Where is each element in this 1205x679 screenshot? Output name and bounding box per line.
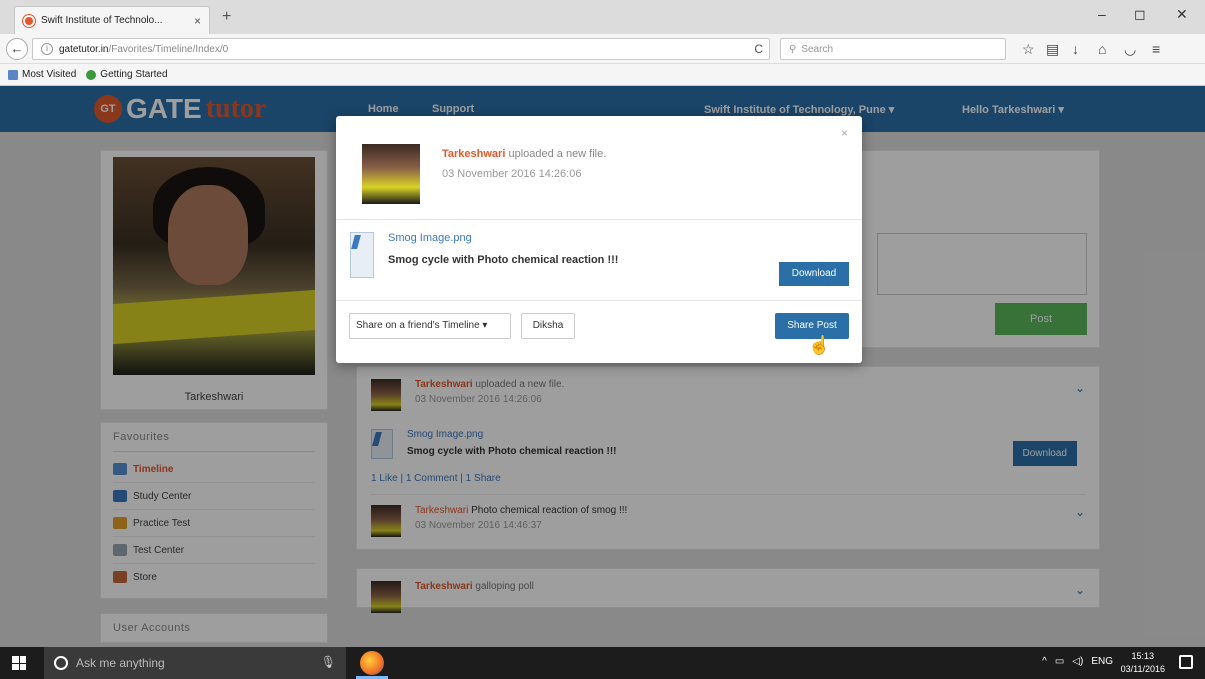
modal-post-date: 03 November 2016 14:26:06	[442, 168, 582, 180]
modal-download-button[interactable]: Download	[779, 262, 849, 286]
home-icon[interactable]: ⌂	[1098, 41, 1106, 57]
window-close-icon[interactable]: ✕	[1176, 6, 1188, 23]
avatar[interactable]	[362, 144, 420, 204]
reload-icon[interactable]: C	[754, 42, 763, 56]
search-placeholder: Search	[801, 43, 834, 55]
firefox-icon[interactable]	[360, 651, 384, 675]
network-icon[interactable]: ▭	[1055, 656, 1064, 667]
minimize-icon[interactable]: –	[1098, 6, 1106, 22]
cortana-placeholder: Ask me anything	[76, 656, 165, 670]
browser-search-input[interactable]: ⚲ Search	[780, 38, 1006, 60]
divider	[336, 300, 862, 301]
chevron-up-icon[interactable]: ^	[1042, 656, 1047, 667]
search-icon: ⚲	[789, 43, 797, 55]
clock-time: 15:13	[1131, 651, 1155, 661]
browser-tab[interactable]: Swift Institute of Technolo... ×	[14, 6, 210, 34]
new-tab-icon[interactable]: +	[222, 8, 231, 26]
image-file-icon	[350, 232, 374, 278]
tab-close-icon[interactable]: ×	[194, 14, 201, 28]
browser-navbar: ← i gatetutor.in/Favorites/Timeline/Inde…	[0, 34, 1205, 64]
info-icon[interactable]: i	[41, 43, 53, 55]
windows-taskbar: Ask me anything 🎙 ^ ▭ ◁) ENG 15:13 03/11…	[0, 647, 1205, 679]
notifications-icon[interactable]	[1179, 655, 1193, 669]
modal-post-header: Tarkeshwari uploaded a new file.	[442, 148, 607, 160]
download-icon[interactable]: ↓	[1072, 41, 1079, 57]
reading-list-icon[interactable]: ▤	[1046, 41, 1059, 58]
modal-file-description: Smog cycle with Photo chemical reaction …	[388, 254, 619, 266]
bookmark-star-icon[interactable]: ☆	[1022, 41, 1035, 58]
tab-title: Swift Institute of Technolo...	[41, 15, 163, 26]
microphone-icon[interactable]: 🎙	[321, 655, 336, 669]
url-path: /Favorites/Timeline/Index/0	[108, 43, 229, 55]
restore-icon[interactable]: ◻	[1134, 6, 1146, 23]
bookmarks-bar: Most Visited Getting Started	[0, 64, 1205, 86]
bookmark-getting-started[interactable]: Getting Started	[86, 69, 168, 80]
windows-start-icon[interactable]	[12, 656, 26, 670]
volume-icon[interactable]: ◁)	[1072, 656, 1083, 667]
back-arrow-icon[interactable]: ←	[6, 38, 28, 60]
modal-close-icon[interactable]: ×	[841, 126, 848, 140]
friend-name-field[interactable]: Diksha	[521, 313, 575, 339]
share-target-dropdown[interactable]: Share on a friend's Timeline ▾	[349, 313, 511, 339]
divider	[336, 219, 862, 220]
language-indicator[interactable]: ENG	[1091, 656, 1113, 667]
clock-date: 03/11/2016	[1120, 664, 1165, 674]
url-bar[interactable]: i gatetutor.in/Favorites/Timeline/Index/…	[32, 38, 770, 60]
menu-icon[interactable]: ≡	[1152, 41, 1160, 57]
modal-user-link[interactable]: Tarkeshwari	[442, 148, 505, 160]
share-post-modal: × Tarkeshwari uploaded a new file. 03 No…	[336, 116, 862, 363]
taskbar-clock[interactable]: 15:13 03/11/2016	[1121, 650, 1165, 676]
cortana-icon	[54, 656, 68, 670]
url-domain: gatetutor.in	[59, 43, 109, 55]
bookmark-most-visited[interactable]: Most Visited	[8, 69, 76, 80]
folder-icon	[8, 69, 18, 80]
pocket-icon[interactable]: ◡	[1124, 41, 1136, 58]
site-favicon-icon	[23, 14, 35, 27]
globe-icon	[86, 69, 97, 80]
system-tray: ^ ▭ ◁) ENG	[1042, 656, 1113, 667]
cortana-search-input[interactable]: Ask me anything 🎙	[44, 647, 346, 679]
browser-tabbar: Swift Institute of Technolo... × + – ◻ ✕	[0, 0, 1205, 34]
hand-cursor-icon: ☝	[808, 335, 831, 355]
modal-file-attachment: Smog Image.png Smog cycle with Photo che…	[350, 232, 618, 278]
modal-file-name[interactable]: Smog Image.png	[388, 232, 618, 244]
